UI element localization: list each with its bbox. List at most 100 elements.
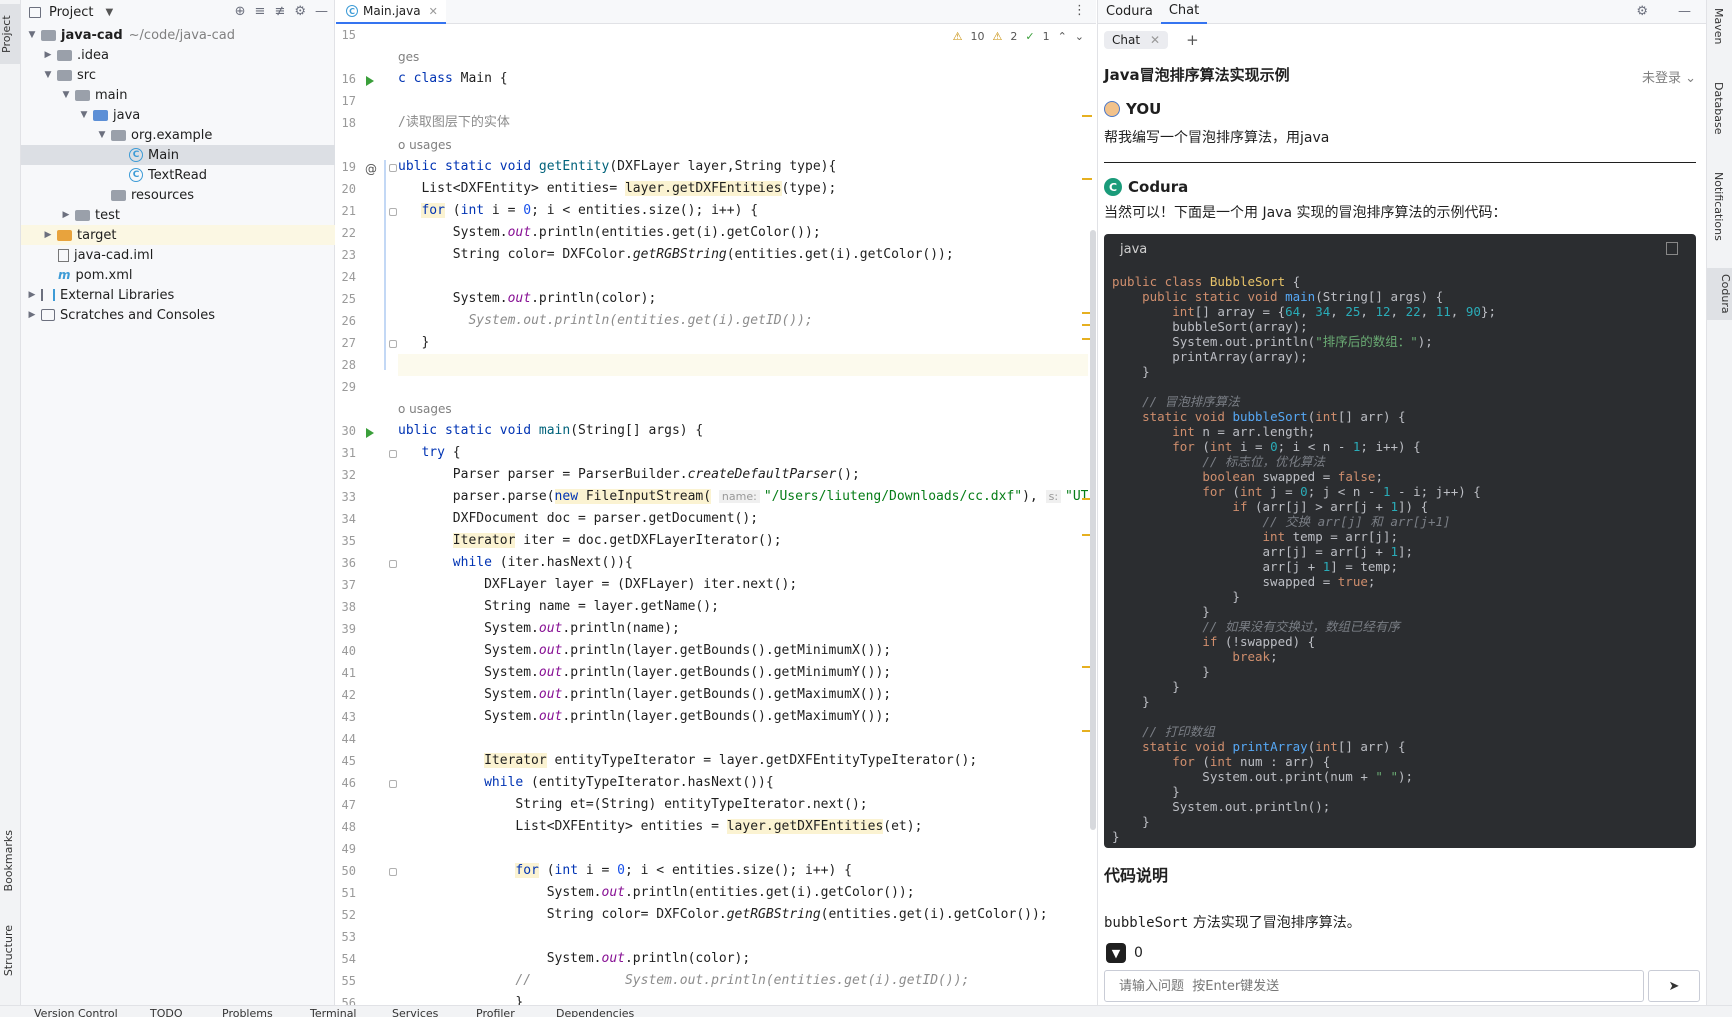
tool-maven[interactable]: Maven [1712,8,1725,44]
copy-icon[interactable] [1666,242,1678,255]
chevron-down-icon[interactable]: ▼ [77,110,91,120]
code-line: ges [398,50,420,64]
tool-todo[interactable]: TODO [150,1007,183,1017]
code-line: DXFDocument doc = parser.getDocument(); [398,511,759,526]
chevron-right-icon[interactable]: ▶ [41,50,55,60]
minimize-icon[interactable]: — [315,4,328,19]
tree-item-src[interactable]: ▼ src [21,65,335,85]
chevron-down-icon[interactable]: ▼ [25,30,39,40]
fold-icon[interactable] [389,164,397,172]
tree-item-java[interactable]: ▼ java [21,105,335,125]
assistant-header: C Codura [1104,178,1188,196]
project-title[interactable]: Project [49,5,93,20]
tool-terminal[interactable]: Terminal [310,1007,357,1017]
tool-services[interactable]: Services [392,1007,438,1017]
tool-database[interactable]: Database [1712,82,1725,135]
close-icon[interactable]: ✕ [429,5,438,18]
close-icon[interactable]: ✕ [1150,33,1160,47]
tool-dependencies[interactable]: Dependencies [556,1007,634,1017]
code-line: Iterator iter = doc.getDXFLayerIterator(… [452,533,782,548]
code-area[interactable]: ges c class Main { /读取图层下的实体 o usages ub… [398,24,1088,1005]
tool-project[interactable]: Project [0,4,20,64]
chevron-right-icon[interactable]: ▶ [25,310,39,320]
tool-codura[interactable]: Codura [1707,268,1732,320]
gear-icon[interactable]: ⚙ [1628,4,1656,19]
tree-item-main[interactable]: ▼ main [21,85,335,105]
tree-item-pom[interactable]: m pom.xml [21,265,335,285]
expand-all-icon[interactable]: ≡ [255,4,266,19]
thumbs-down-icon[interactable]: ▼ [1106,943,1126,963]
chevron-down-icon[interactable]: ▼ [105,7,113,18]
tree-item-scratches[interactable]: ▶ Scratches and Consoles [21,305,335,325]
send-button[interactable]: ➤ [1648,970,1700,1002]
locate-icon[interactable]: ⊕ [235,4,246,19]
code-line: String et=(String) entityTypeIterator.ne… [398,797,868,812]
more-icon[interactable]: ⋮ [1073,3,1086,18]
chevron-down-icon[interactable]: ▼ [95,130,109,140]
chevron-down-icon[interactable]: ⌄ [1075,30,1084,43]
file-icon [58,248,69,262]
tool-profiler[interactable]: Profiler [476,1007,515,1017]
gear-icon[interactable]: ⚙ [294,4,306,19]
chevron-right-icon[interactable]: ▶ [25,290,39,300]
tool-notifications[interactable]: Notifications [1712,172,1725,241]
chevron-right-icon[interactable]: ▶ [41,230,55,240]
tree-item-external-libraries[interactable]: ▶ External Libraries [21,285,335,305]
code-line: String color= DXFColor.getRGBString(enti… [398,907,1048,922]
tree-item-resources[interactable]: resources [21,185,335,205]
project-toolbar: ⊕ ≡ ≢ ⚙ — [235,4,328,19]
fold-icon[interactable] [389,780,397,788]
editor-scrollbar[interactable] [1090,230,1096,830]
chevron-up-icon[interactable]: ⌃ [1058,30,1067,43]
tab-main-java[interactable]: C Main.java ✕ [336,0,446,24]
tree-item-main-class[interactable]: C Main [21,145,335,165]
tool-problems[interactable]: Problems [222,1007,273,1017]
tree-item-target[interactable]: ▶ target [21,225,335,245]
fold-icon[interactable] [389,560,397,568]
warning-marker[interactable] [1082,178,1092,180]
collapse-all-icon[interactable]: ≢ [274,4,285,19]
inspection-widget[interactable]: ⚠ 10 ⚠ 2 ✓ 1 ⌃ ⌄ [953,30,1084,43]
fold-icon[interactable] [389,340,397,348]
chevron-down-icon[interactable]: ▼ [41,70,55,80]
tool-version-control[interactable]: Version Control [34,1007,118,1017]
override-icon[interactable]: @ [365,162,377,176]
tool-bookmarks[interactable]: Bookmarks [2,830,15,891]
editor-gutter: 15 16 17 18 19 20 21 22 23 24 25 26 27 2… [341,28,377,1010]
code-line: while (entityTypeIterator.hasNext()){ [484,775,774,790]
editor-tabs: C Main.java ✕ ⋮ [336,0,1096,24]
code-line: System.out.println(entities.get(i).getID… [468,313,813,328]
fold-icon[interactable] [389,868,397,876]
chevron-down-icon[interactable]: ▼ [59,90,73,100]
tab-chat[interactable]: Chat [1160,0,1208,24]
code-line: for (int i = 0; i < entities.size(); i++… [421,203,759,218]
new-chat-icon[interactable]: + [1186,31,1199,49]
chat-session-tab[interactable]: Chat ✕ [1104,31,1169,49]
minimize-icon[interactable]: — [1670,4,1699,19]
code-line: List<DXFEntity> entities= layer.getDXFEn… [398,181,837,196]
code-line: System.out.println(layer.getBounds().get… [398,665,892,680]
send-icon: ➤ [1668,978,1680,993]
warning-marker[interactable] [1082,115,1092,117]
login-dropdown[interactable]: 未登录 ⌄ [1642,67,1696,86]
tree-item-iml[interactable]: java-cad.iml [21,245,335,265]
source-folder-icon [93,109,108,121]
tool-structure[interactable]: Structure [2,925,15,976]
package-icon [111,129,126,141]
code-line: try { [421,445,461,460]
chat-input[interactable] [1104,970,1644,1002]
tree-item-test[interactable]: ▶ test [21,205,335,225]
fold-icon[interactable] [389,450,397,458]
tree-item-java-cad[interactable]: ▼ java-cad ~/code/java-cad [21,25,335,45]
run-icon[interactable] [366,76,374,86]
code-line: String color= DXFColor.getRGBString(enti… [398,247,954,262]
tree-item-textread-class[interactable]: C TextRead [21,165,335,185]
vote-count: 0 [1134,945,1143,961]
chevron-right-icon[interactable]: ▶ [59,210,73,220]
tree-item-org-example[interactable]: ▼ org.example [21,125,335,145]
user-header: YOU [1104,100,1161,118]
fold-icon[interactable] [389,208,397,216]
tab-codura[interactable]: Codura [1098,4,1161,19]
run-icon[interactable] [366,428,374,438]
tree-item-idea[interactable]: ▶ .idea [21,45,335,65]
